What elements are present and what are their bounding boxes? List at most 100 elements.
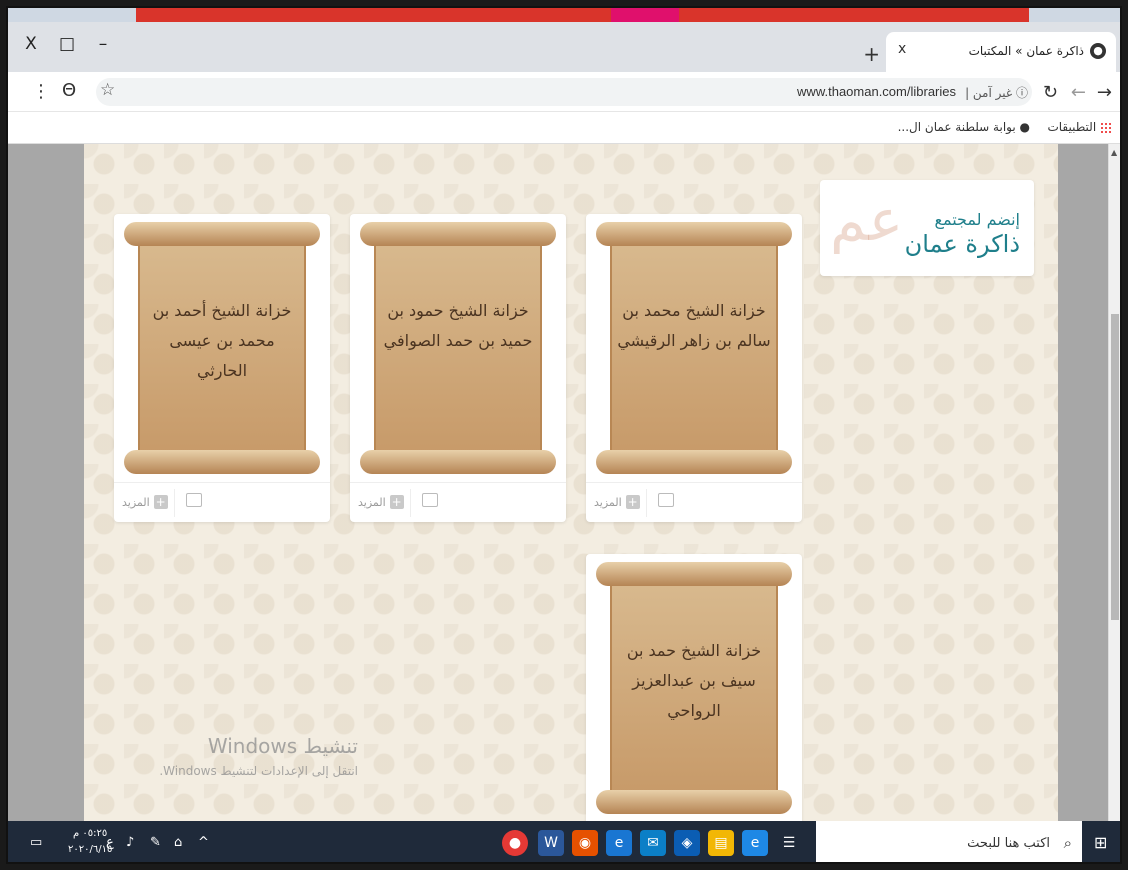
bg-window-3 [679, 8, 1029, 22]
watermark-line-2: انتقل إلى الإعدادات لتنشيط Windows. [159, 764, 358, 778]
library-card[interactable]: خزانة الشيخ محمد بن سالم بن زاهر الرقيشي… [586, 214, 802, 522]
bookmark-apps[interactable]: التطبيقات [1047, 120, 1112, 134]
clock-date: ٢٠٢٠/٦/١٥ [68, 844, 113, 855]
watermark-line-1: تنشيط Windows [207, 734, 358, 758]
internet-explorer-icon[interactable]: e [606, 830, 632, 856]
library-card[interactable]: خزانة الشيخ أحمد بن محمد بن عيسى الحارثي… [114, 214, 330, 522]
scroll-roll-top [360, 222, 556, 246]
library-title[interactable]: خزانة الشيخ حمود بن حميد بن حمد الصوافي [380, 296, 536, 356]
divider [646, 489, 647, 517]
comment-icon[interactable] [658, 493, 674, 507]
show-hidden-icons-icon[interactable]: ^ [198, 835, 209, 850]
volume-icon[interactable]: ♪ [126, 835, 134, 850]
more-label: المزيد [122, 496, 150, 509]
scroll-roll-bottom [124, 450, 320, 474]
url-text[interactable]: www.thaoman.com/libraries [797, 84, 956, 99]
menu-icon[interactable]: ⋮ [32, 81, 50, 102]
file-explorer-icon[interactable]: ▤ [708, 830, 734, 856]
scroll-roll-top [596, 562, 792, 586]
library-title[interactable]: خزانة الشيخ محمد بن سالم بن زاهر الرقيشي [616, 296, 772, 356]
reload-button[interactable]: ↻ [1043, 82, 1058, 103]
join-community-banner[interactable]: عم إنضم لمجتمع ذاكرة عمان [820, 180, 1034, 276]
vertical-scrollbar[interactable]: ▲ [1108, 144, 1120, 821]
security-label: غير آمن [972, 86, 1013, 100]
plus-icon: + [625, 495, 640, 509]
scroll-image: خزانة الشيخ حمد بن سيف بن عبدالعزيز الرو… [596, 562, 792, 814]
mail-icon[interactable]: ✉ [640, 830, 666, 856]
bg-window-2 [611, 8, 679, 22]
clock-time: ٠٥:٢٥ م [73, 828, 108, 839]
more-button[interactable]: +المزيد [358, 495, 404, 509]
plus-icon: + [153, 495, 168, 509]
windows-start-icon[interactable]: ⊞ [1094, 833, 1112, 852]
globe-icon: ● [1019, 120, 1030, 134]
comment-icon[interactable] [422, 493, 438, 507]
store-icon[interactable]: ◈ [674, 830, 700, 856]
forward-button[interactable]: ← [1071, 82, 1086, 103]
library-card[interactable]: خزانة الشيخ حمد بن سيف بن عبدالعزيز الرو… [586, 554, 802, 821]
windows-activation-watermark: تنشيط Windows انتقل إلى الإعدادات لتنشيط… [148, 734, 358, 778]
tab-title: ذاكرة عمان » المكتبات [968, 44, 1084, 58]
taskbar: ⊞ ⌕ اكتب هنا للبحث ☰ e ▤ ◈ ✉ e ◉ W ● ^ ⌂… [8, 821, 1120, 862]
library-title[interactable]: خزانة الشيخ حمد بن سيف بن عبدالعزيز الرو… [616, 636, 772, 726]
security-indicator[interactable]: ⓘ غير آمن | [965, 84, 1028, 101]
library-card[interactable]: خزانة الشيخ حمود بن حميد بن حمد الصوافي … [350, 214, 566, 522]
scroll-roll-bottom [596, 790, 792, 814]
apps-label: التطبيقات [1047, 120, 1097, 134]
page-background: عم إنضم لمجتمع ذاكرة عمان خزانة الشيخ مح… [84, 144, 1058, 821]
more-label: المزيد [358, 496, 386, 509]
word-icon[interactable]: W [538, 830, 564, 856]
screen: X □ – + ● ذاكرة عمان » المكتبات x → ← ↻ … [6, 6, 1122, 864]
card-footer: +المزيد [350, 482, 566, 522]
scroll-up-arrow[interactable]: ▲ [1111, 148, 1117, 157]
pen-icon[interactable]: ✎ [150, 835, 161, 850]
library-title[interactable]: خزانة الشيخ أحمد بن محمد بن عيسى الحارثي [144, 296, 300, 386]
tab-close-button[interactable]: x [898, 41, 906, 57]
star-icon[interactable]: ☆ [100, 80, 115, 100]
new-tab-button[interactable]: + [863, 42, 880, 66]
tab-bar: X □ – + ● ذاكرة عمان » المكتبات x [8, 22, 1120, 72]
bookmark-oman-portal[interactable]: ● بوابة سلطنة عمان ال... [898, 120, 1030, 134]
edge-icon[interactable]: e [742, 830, 768, 856]
scroll-roll-top [596, 222, 792, 246]
globe-icon: ● [1090, 43, 1106, 59]
bg-window-1 [136, 8, 611, 22]
task-view-icon[interactable]: ☰ [776, 830, 802, 856]
card-footer: +المزيد [114, 482, 330, 522]
divider [410, 489, 411, 517]
plus-icon: + [389, 495, 404, 509]
page-viewport: عم إنضم لمجتمع ذاكرة عمان خزانة الشيخ مح… [8, 144, 1112, 821]
close-window-button[interactable]: X [16, 34, 46, 54]
omnibox[interactable]: ⓘ غير آمن | www.thaoman.com/libraries ☆ [96, 78, 1032, 106]
minimize-window-button[interactable]: – [88, 34, 118, 54]
bookmarks-bar: التطبيقات ● بوابة سلطنة عمان ال... [8, 112, 1120, 144]
scroll-thumb[interactable] [1111, 314, 1119, 620]
back-button[interactable]: → [1097, 82, 1112, 103]
background-windows-strip [8, 8, 1120, 22]
more-button[interactable]: +المزيد [594, 495, 640, 509]
comment-icon[interactable] [186, 493, 202, 507]
tab-active[interactable]: ● ذاكرة عمان » المكتبات x [886, 32, 1116, 72]
scroll-image: خزانة الشيخ أحمد بن محمد بن عيسى الحارثي [124, 222, 320, 474]
maximize-window-button[interactable]: □ [52, 34, 82, 54]
scroll-image: خزانة الشيخ حمود بن حميد بن حمد الصوافي [360, 222, 556, 474]
action-center-icon[interactable]: ▭ [30, 835, 42, 850]
apps-grid-icon [1100, 121, 1112, 134]
divider [174, 489, 175, 517]
network-icon[interactable]: ⌂ [174, 835, 182, 850]
scroll-roll-bottom [360, 450, 556, 474]
join-line-2: ذاكرة عمان [904, 230, 1020, 258]
taskbar-search[interactable]: ⌕ اكتب هنا للبحث [816, 821, 1082, 862]
firefox-icon[interactable]: ◉ [572, 830, 598, 856]
card-footer: +المزيد [586, 482, 802, 522]
chrome-icon[interactable]: ● [502, 830, 528, 856]
join-line-1: إنضم لمجتمع [934, 210, 1020, 229]
address-bar: → ← ↻ ⓘ غير آمن | www.thaoman.com/librar… [8, 72, 1120, 112]
scroll-image: خزانة الشيخ محمد بن سالم بن زاهر الرقيشي [596, 222, 792, 474]
search-placeholder: اكتب هنا للبحث [967, 836, 1050, 851]
account-icon[interactable]: Θ [62, 80, 76, 101]
scroll-roll-bottom [596, 450, 792, 474]
more-button[interactable]: +المزيد [122, 495, 168, 509]
clock[interactable]: ٠٥:٢٥ م ٢٠٢٠/٦/١٥ [68, 826, 112, 858]
scroll-roll-top [124, 222, 320, 246]
